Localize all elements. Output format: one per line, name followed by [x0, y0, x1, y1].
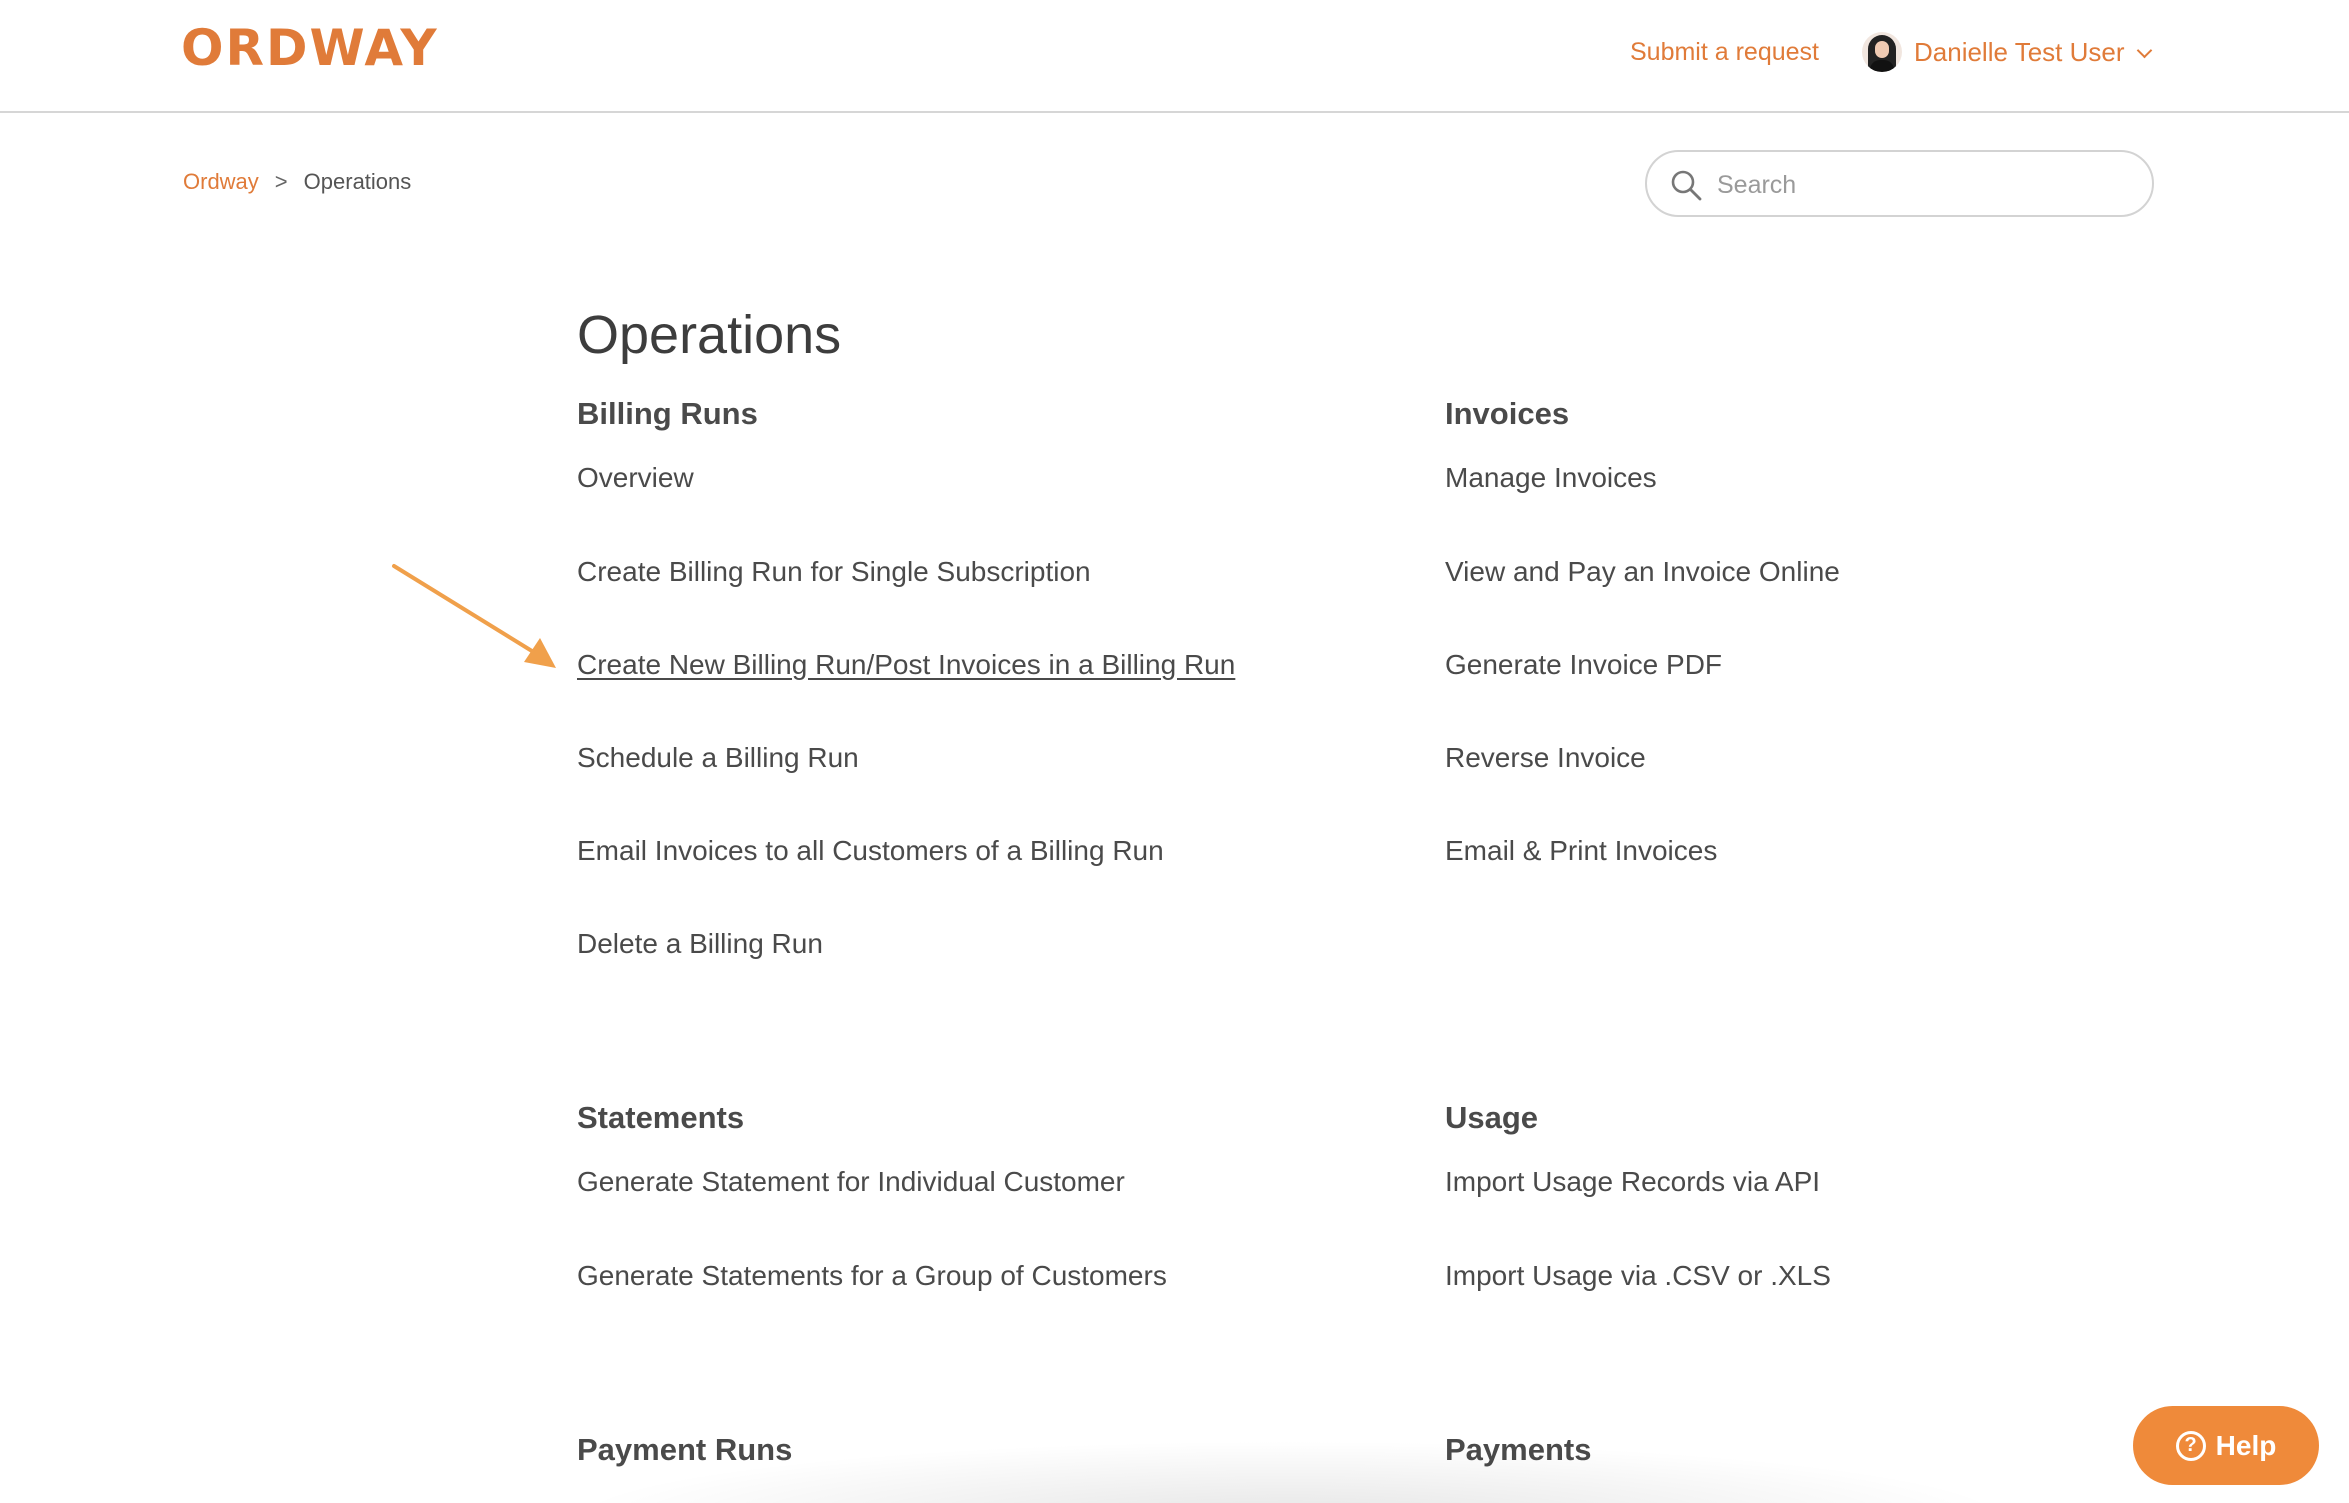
- article-link[interactable]: Manage Invoices: [1445, 458, 1657, 498]
- chevron-down-icon: [2136, 42, 2152, 58]
- section-title: Statements: [577, 1100, 745, 1135]
- user-name: Danielle Test User: [1914, 37, 2125, 67]
- list-item: Generate Statements for a Group of Custo…: [577, 1233, 1397, 1326]
- list-item: Import Usage via .CSV or .XLS: [1445, 1233, 2265, 1326]
- list-item: Email & Print Invoices: [1445, 808, 2265, 901]
- list-item: Generate Invoice PDF: [1445, 622, 2265, 715]
- list-item: Email Invoices to all Customers of a Bil…: [577, 808, 1397, 901]
- search-box[interactable]: [1645, 150, 2154, 217]
- article-link[interactable]: Create Billing Run for Single Subscripti…: [577, 552, 1091, 592]
- article-link[interactable]: Delete a Billing Run: [577, 924, 823, 964]
- section-usage: Usage Import Usage Records via API Impor…: [1445, 1096, 2265, 1326]
- list-item: Schedule a Billing Run: [577, 715, 1397, 808]
- list-item: Import Usage Records via API: [1445, 1140, 2265, 1233]
- list-item: Create Billing Run for Single Subscripti…: [577, 529, 1397, 622]
- breadcrumb-separator: >: [274, 169, 288, 194]
- article-list: Import Usage Records via API Import Usag…: [1445, 1140, 2265, 1326]
- section-statements: Statements Generate Statement for Indivi…: [577, 1096, 1397, 1326]
- article-link[interactable]: Schedule a Billing Run: [577, 738, 859, 778]
- article-link[interactable]: Generate Statements for a Group of Custo…: [577, 1256, 1167, 1296]
- page-title: Operations: [577, 305, 842, 365]
- article-link-hovered[interactable]: Create New Billing Run/Post Invoices in …: [577, 645, 1235, 685]
- breadcrumb-link-ordway[interactable]: Ordway: [183, 166, 259, 198]
- list-item: Overview: [577, 436, 1397, 529]
- ordway-logo[interactable]: ORDWAY: [181, 18, 439, 78]
- list-item: Create New Billing Run/Post Invoices in …: [577, 622, 1397, 715]
- search-input[interactable]: [1715, 162, 2139, 208]
- breadcrumb: Ordway > Operations: [183, 166, 411, 198]
- section-billing-runs: Billing Runs Overview Create Billing Run…: [577, 392, 1397, 994]
- section-invoices: Invoices Manage Invoices View and Pay an…: [1445, 392, 2265, 901]
- list-item: View and Pay an Invoice Online: [1445, 529, 2265, 622]
- article-link[interactable]: Generate Invoice PDF: [1445, 645, 1722, 685]
- search-icon: [1671, 170, 1702, 201]
- article-link[interactable]: Email Invoices to all Customers of a Bil…: [577, 831, 1164, 871]
- article-list: Generate Statement for Individual Custom…: [577, 1140, 1397, 1326]
- section-title: Payment Runs: [577, 1432, 793, 1467]
- list-item: Reverse Invoice: [1445, 715, 2265, 808]
- site-header: ORDWAY Submit a request Danielle Test Us…: [0, 0, 2349, 113]
- section-title: Invoices: [1445, 396, 1570, 431]
- user-menu[interactable]: Danielle Test User: [1862, 28, 2152, 76]
- list-item: Manage Invoices: [1445, 436, 2265, 529]
- arrow-icon: [392, 564, 556, 668]
- list-item: Delete a Billing Run: [577, 901, 1397, 994]
- section-title: Usage: [1445, 1100, 1539, 1135]
- section-payment-runs: Payment Runs: [577, 1428, 1397, 1472]
- help-center-page: ORDWAY Submit a request Danielle Test Us…: [0, 0, 2349, 1503]
- article-link[interactable]: Import Usage Records via API: [1445, 1162, 1820, 1202]
- article-link[interactable]: Generate Statement for Individual Custom…: [577, 1162, 1125, 1202]
- article-link[interactable]: View and Pay an Invoice Online: [1445, 552, 1840, 592]
- list-item: Generate Statement for Individual Custom…: [577, 1140, 1397, 1233]
- article-link[interactable]: Reverse Invoice: [1445, 738, 1646, 778]
- article-link[interactable]: Import Usage via .CSV or .XLS: [1445, 1256, 1831, 1296]
- avatar: [1862, 32, 1902, 72]
- article-list: Overview Create Billing Run for Single S…: [577, 436, 1397, 994]
- question-circle-icon: ?: [2175, 1430, 2206, 1461]
- help-button[interactable]: ? Help: [2133, 1406, 2319, 1485]
- breadcrumb-current-operations: Operations: [303, 169, 412, 194]
- help-label: Help: [2215, 1429, 2277, 1461]
- article-link[interactable]: Email & Print Invoices: [1445, 831, 1717, 871]
- article-list: Manage Invoices View and Pay an Invoice …: [1445, 436, 2265, 901]
- submit-request-link[interactable]: Submit a request: [1630, 34, 1819, 70]
- article-link[interactable]: Overview: [577, 458, 694, 498]
- section-title: Billing Runs: [577, 396, 758, 431]
